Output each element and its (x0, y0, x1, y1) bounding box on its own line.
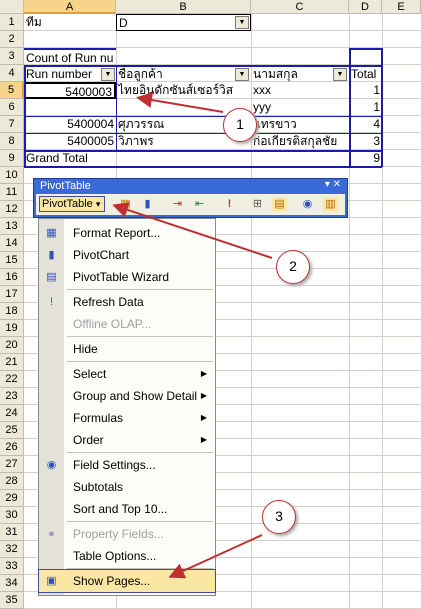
annotation-1: 1 (223, 108, 257, 142)
annotation-3: 3 (262, 500, 296, 534)
annotation-arrow-3 (168, 534, 263, 579)
annotation-2: 2 (276, 250, 310, 284)
annotation-arrow-1 (136, 92, 224, 113)
annotation-arrow-2 (112, 202, 273, 259)
annotation-arrows (112, 92, 273, 579)
